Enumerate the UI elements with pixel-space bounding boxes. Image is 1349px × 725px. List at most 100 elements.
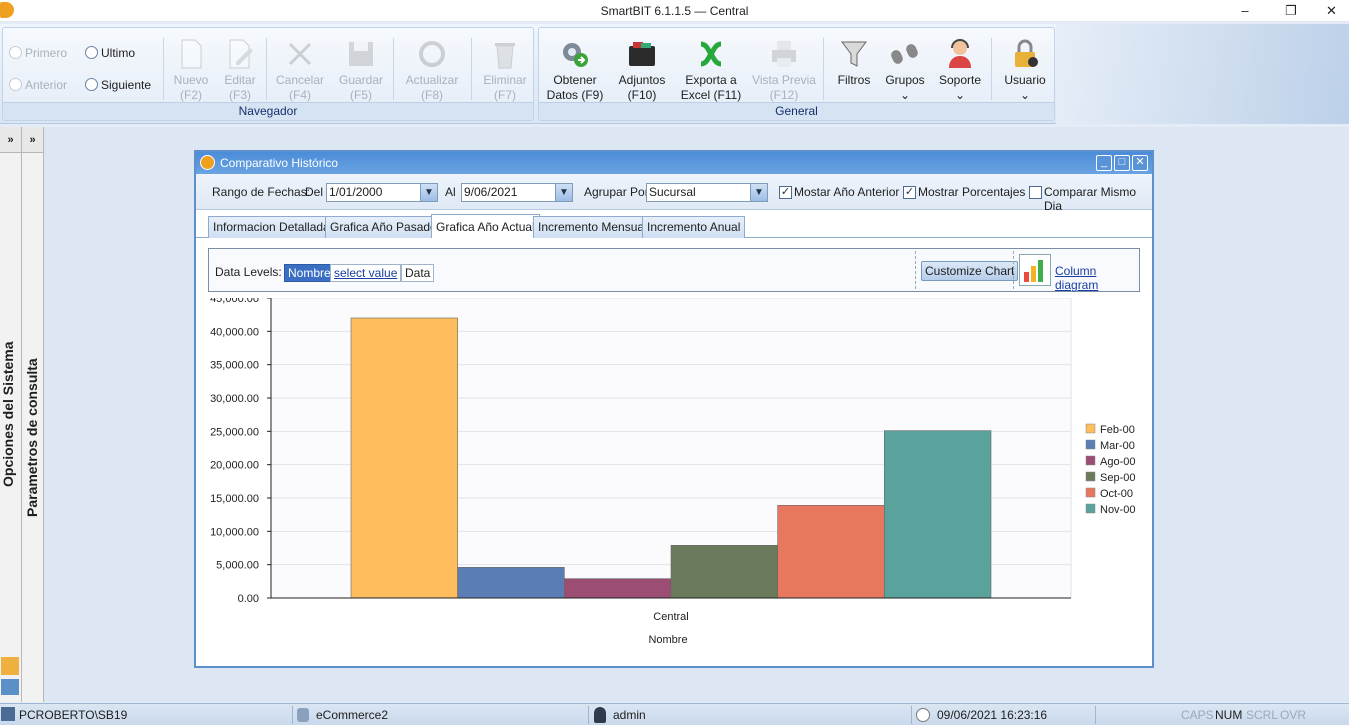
user-icon (594, 707, 606, 723)
close-button[interactable]: ✕ (1314, 0, 1349, 22)
actualizar-button[interactable]: Actualizar (F8) (399, 36, 465, 106)
opciones-sistema-label: Opciones del Sistema (0, 341, 16, 488)
database-icon (297, 708, 309, 722)
usuario-button[interactable]: Usuario ⌄ (997, 36, 1053, 106)
agrupar-por-select[interactable]: Sucursal ▼ (646, 183, 768, 202)
expand-parametros-button[interactable]: » (22, 127, 43, 153)
caps-indicator: CAPS (1181, 708, 1214, 722)
editar-key: (F3) (229, 88, 251, 102)
num-indicator: NUM (1215, 708, 1243, 722)
vista-label: Vista Previa (752, 73, 816, 87)
filtros-button[interactable]: Filtros (829, 36, 879, 106)
tab-grafica-anio-pasado[interactable]: Grafica Año Pasado (325, 216, 442, 238)
ovr-indicator: OVR (1280, 708, 1307, 722)
binoculars-icon (891, 44, 918, 64)
fecha-al-picker[interactable]: 9/06/2021 ▼ (461, 183, 573, 202)
chevron-down-icon: ⌄ (899, 88, 911, 102)
editar-label: Editar (224, 73, 256, 87)
data-levels-toolbar: Data Levels: Nombre select value Data Cu… (208, 248, 1140, 292)
attachments-folder-icon (629, 42, 655, 66)
editar-button[interactable]: Editar (F3) (217, 36, 263, 106)
maximize-button[interactable]: ❐ (1268, 0, 1314, 22)
mostrar-porcentajes-checkbox[interactable]: ✓ (903, 186, 916, 199)
y-axis: 0.00 5,000.00 10,000.00 15,000.00 20,000.00 2… (210, 298, 271, 605)
exporta-key: Excel (F11) (680, 88, 742, 102)
parametros-consulta-label: Parametros de consulta (24, 358, 40, 517)
tab-grafica-anio-actual[interactable]: Grafica Año Actual (431, 214, 540, 239)
legend-swatch (1085, 487, 1096, 498)
vista-previa-button[interactable]: Vista Previa (F12) (749, 36, 819, 106)
guardar-label: Guardar (338, 73, 384, 87)
anterior-button[interactable]: Anterior (9, 78, 67, 92)
monitor-icon[interactable] (1, 679, 19, 695)
gears-icon (563, 43, 588, 67)
folder-icon[interactable] (1, 657, 19, 675)
ultimo-button[interactable]: Ultimo (85, 46, 135, 60)
dropdown-arrow-icon[interactable]: ▼ (555, 184, 572, 201)
obtener-datos-button[interactable]: Obtener Datos (F9) (543, 36, 607, 106)
del-label: Del (305, 185, 324, 199)
refresh-icon (419, 41, 445, 67)
obtener-key: Datos (F9) (546, 88, 604, 102)
child-close-button[interactable]: ✕ (1132, 155, 1148, 171)
bar-nov-00 (884, 430, 992, 599)
dropdown-arrow-icon[interactable]: ▼ (420, 184, 437, 201)
ultimo-label: Ultimo (101, 46, 136, 60)
child-maximize-button[interactable]: □ (1114, 155, 1130, 171)
tab-incremento-anual[interactable]: Incremento Anual (642, 216, 746, 238)
legend-swatch (1085, 455, 1096, 466)
column-diagram-link[interactable]: Column diagram (1055, 264, 1139, 292)
cancelar-button[interactable]: Cancelar (F4) (271, 36, 329, 106)
funnel-filter-icon (841, 41, 867, 67)
comparar-mismo-dia-checkbox[interactable] (1029, 186, 1042, 199)
grupos-button[interactable]: Grupos ⌄ (881, 36, 929, 106)
legend: Feb-00 Mar-00 Ago-00 Sep-00 Oct-00 Nov-00 (1085, 423, 1135, 516)
tab-informacion-detallada[interactable]: Informacion Detallada (208, 216, 335, 238)
general-group-label: General (539, 102, 1054, 120)
divider (915, 251, 916, 289)
y-tick-label: 30,000.00 (210, 393, 259, 405)
data-level-select-value[interactable]: select value (330, 264, 402, 282)
nuevo-button[interactable]: Nuevo (F2) (168, 36, 214, 106)
scrl-indicator: SCRL (1246, 708, 1279, 722)
soporte-button[interactable]: Soporte ⌄ (933, 36, 987, 106)
filtros-label: Filtros (837, 73, 871, 87)
bar-sep-00 (670, 545, 778, 599)
last-icon (85, 46, 98, 59)
child-minimize-button[interactable]: _ (1096, 155, 1112, 171)
exporta-label: Exporta a (685, 73, 737, 87)
minimize-button[interactable]: – (1222, 0, 1268, 22)
new-document-icon (181, 39, 202, 69)
tab-incremento-mensual[interactable]: Incremento Mensual (533, 216, 652, 238)
eliminar-label: Eliminar (483, 73, 527, 87)
eliminar-button[interactable]: Eliminar (F7) (477, 36, 533, 106)
column-diagram-icon[interactable] (1019, 254, 1051, 286)
child-window-titlebar[interactable]: Comparativo Histórico _ □ ✕ (196, 152, 1152, 174)
primero-button[interactable]: Primero (9, 46, 67, 60)
clock-icon (916, 708, 930, 722)
siguiente-button[interactable]: Siguiente (85, 78, 151, 92)
guardar-button[interactable]: Guardar (F5) (333, 36, 389, 106)
usuario-label: Usuario (1004, 73, 1046, 87)
agrupar-por-value: Sucursal (649, 185, 696, 199)
opciones-sistema-panel[interactable]: » Opciones del Sistema (0, 127, 22, 702)
customize-chart-button[interactable]: Customize Chart (921, 261, 1019, 281)
primero-label: Primero (25, 46, 68, 60)
exporta-excel-button[interactable]: Exporta a Excel (F11) (677, 36, 745, 106)
mostrar-anio-checkbox[interactable]: ✓ (779, 186, 792, 199)
y-tick-label: 45,000.00 (210, 298, 259, 305)
nuevo-label: Nuevo (173, 73, 209, 87)
data-level-nombre[interactable]: Nombre (284, 264, 335, 282)
expand-opciones-button[interactable]: » (0, 127, 21, 153)
adjuntos-button[interactable]: Adjuntos (F10) (613, 36, 671, 106)
cancelar-key: (F4) (289, 88, 311, 102)
bar-chart: 0.00 5,000.00 10,000.00 15,000.00 20,000.00 2… (210, 298, 1135, 646)
data-level-data[interactable]: Data (401, 264, 435, 282)
cancelar-label: Cancelar (275, 73, 325, 87)
dropdown-arrow-icon[interactable]: ▼ (750, 184, 767, 201)
fecha-del-picker[interactable]: 1/01/2000 ▼ (326, 183, 438, 202)
comparar-mismo-dia-label: Comparar Mismo Dia (1044, 185, 1137, 213)
filter-bar: Rango de Fechas: Del 1/01/2000 ▼ Al 9/06… (196, 174, 1152, 213)
parametros-consulta-panel[interactable]: » Parametros de consulta (22, 127, 44, 702)
chevron-down-icon: ⌄ (954, 88, 966, 102)
